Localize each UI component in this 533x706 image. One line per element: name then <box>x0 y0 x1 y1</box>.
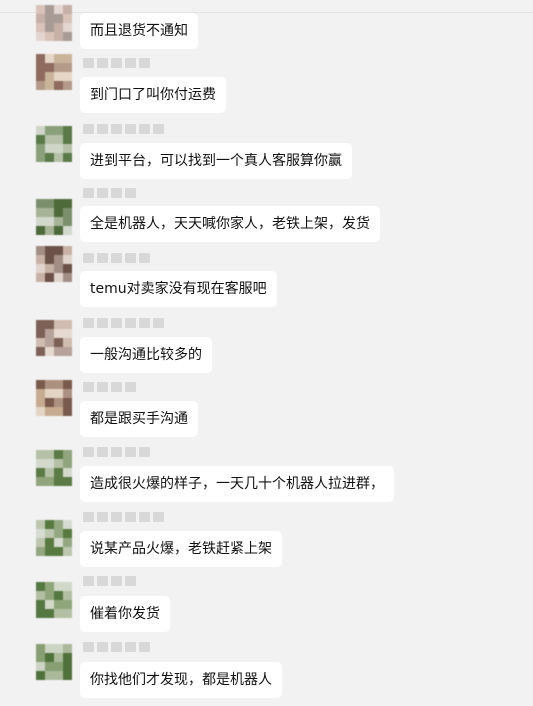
avatar[interactable] <box>36 199 72 235</box>
avatar[interactable] <box>36 450 72 486</box>
sender-name-redacted <box>83 447 150 457</box>
sender-name-redacted <box>83 576 136 586</box>
chat-message-row: 你找他们才发现，都是机器人 <box>0 0 533 698</box>
message-bubble[interactable]: 都是跟买手沟通 <box>80 401 198 437</box>
avatar[interactable] <box>36 520 72 556</box>
sender-name-redacted <box>83 124 164 134</box>
message-bubble[interactable]: 全是机器人，天天喊你家人，老铁上架，发货 <box>80 206 380 242</box>
message-bubble[interactable]: 催着你发货 <box>80 596 170 632</box>
message-bubble[interactable]: temu对卖家没有现在客服吧 <box>80 271 277 307</box>
message-bubble[interactable]: 进到平台，可以找到一个真人客服算你赢 <box>80 143 352 179</box>
avatar[interactable] <box>36 380 72 416</box>
avatar[interactable] <box>36 246 72 282</box>
chat-message-list[interactable]: 而且退货不通知 到门口了叫你付运费 进到平台，可以找到一个真人客服算你赢 全是机器人，… <box>0 0 533 706</box>
message-bubble[interactable]: 一般沟通比较多的 <box>80 337 212 373</box>
sender-name-redacted <box>83 188 136 198</box>
avatar[interactable] <box>36 582 72 618</box>
avatar[interactable] <box>36 126 72 162</box>
message-bubble[interactable]: 造成很火爆的样子，一天几十个机器人拉进群， <box>80 466 394 502</box>
sender-name-redacted <box>83 512 164 522</box>
message-bubble[interactable]: 到门口了叫你付运费 <box>80 77 226 113</box>
avatar[interactable] <box>36 644 72 680</box>
sender-name-redacted <box>83 642 150 652</box>
sender-name-redacted <box>83 382 136 392</box>
sender-name-redacted <box>83 318 164 328</box>
message-bubble[interactable]: 说某产品火爆，老铁赶紧上架 <box>80 531 282 567</box>
message-bubble[interactable]: 你找他们才发现，都是机器人 <box>80 662 282 698</box>
avatar[interactable] <box>36 320 72 356</box>
sender-name-redacted <box>83 253 150 263</box>
